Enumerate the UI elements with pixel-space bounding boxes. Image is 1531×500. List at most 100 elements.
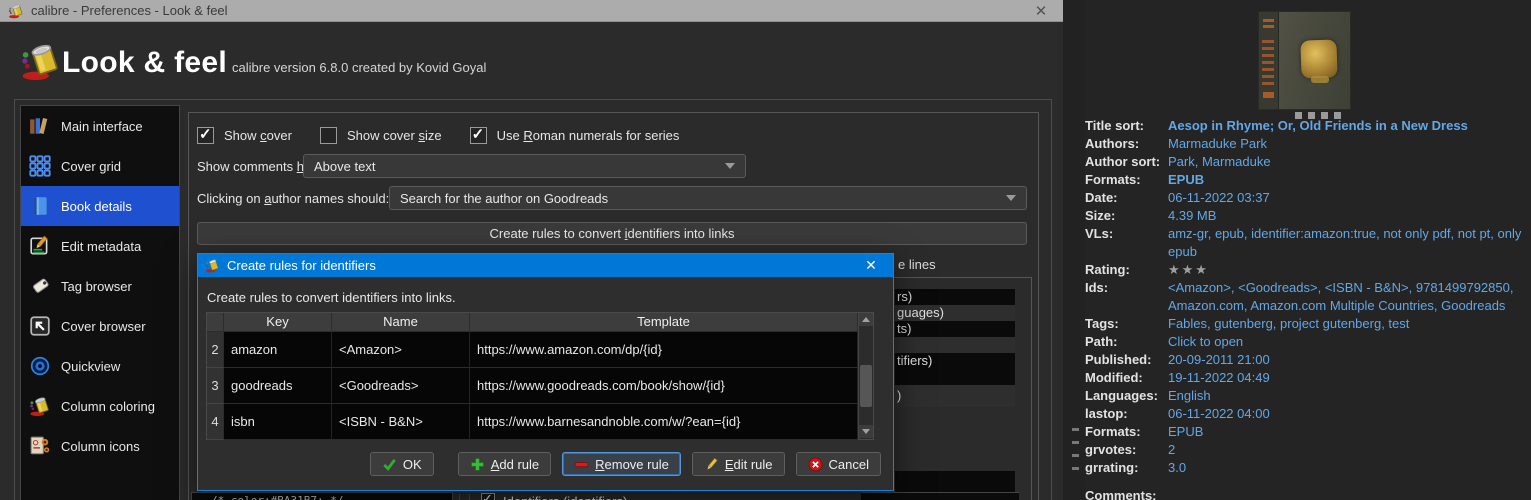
sidebar-item-label: Cover browser [61,318,146,334]
sidebar-item-tag-browser[interactable]: Tag browser [21,266,179,306]
chevron-down-icon [725,163,735,169]
list-item[interactable] [895,337,1015,353]
pencil-icon [704,457,719,472]
dialog-close-button[interactable]: ✕ [856,257,886,274]
splitter-handle[interactable] [1072,428,1079,431]
book-cover-image[interactable] [1258,11,1351,110]
cell-template[interactable]: https://www.barnesandnoble.com/w/?ean={i… [470,404,858,440]
comments-label: Comments: [1085,488,1157,500]
sidebar-item-main-interface[interactable]: Main interface [21,106,179,146]
cancel-button-label: Cancel [828,456,869,472]
plus-icon [470,457,485,472]
cell-name[interactable]: <Goodreads> [332,368,470,404]
cell-key[interactable]: amazon [224,332,332,368]
remove-rule-button-label: Remove rule [595,456,669,472]
formats2-link[interactable]: EPUB [1168,423,1525,441]
scroll-up-button[interactable] [859,313,873,326]
row-number: 4 [207,404,224,440]
cell-key[interactable]: isbn [224,404,332,440]
author-click-value: Search for the author on Goodreads [400,190,609,206]
field-label: Author sort: [1085,154,1161,169]
book-icon [29,195,51,217]
cover-emblem [1300,39,1338,79]
splitter-handle[interactable] [1072,467,1079,470]
sidebar-item-cover-grid[interactable]: Cover grid [21,146,179,186]
chevron-down-icon [1006,195,1016,201]
remove-rule-button[interactable]: Remove rule [562,452,681,476]
add-rule-button[interactable]: Add rule [457,452,552,476]
show-cover-size-checkbox[interactable] [319,127,337,144]
scroll-down-button[interactable] [859,425,873,438]
cell-template[interactable]: https://www.amazon.com/dp/{id} [470,332,858,368]
list-item[interactable] [895,369,1015,385]
vls-links[interactable]: amz-gr, epub, identifier:amazon:true, no… [1168,225,1525,261]
corner-header [207,313,224,332]
edit-rule-button-label: Edit rule [724,456,773,472]
checkbox-row: Show cover Show cover size Use Roman num… [197,125,697,144]
ok-button[interactable]: OK [369,452,434,476]
comments-heading-dropdown[interactable]: Above text [303,154,746,178]
scrollbar-thumb[interactable] [860,365,872,407]
title-sort-value: Aesop in Rhyme; Or, Old Friends in a New… [1168,118,1468,133]
roman-numerals-checkbox[interactable] [469,125,487,144]
sidebar-item-column-coloring[interactable]: Column coloring [21,386,179,426]
lookfeel-logo-icon [20,40,62,82]
lastop-value: 06-11-2022 04:00 [1168,406,1270,421]
calibre-logo-icon [8,3,24,19]
metadata-table: Title sort: Aesop in Rhyme; Or, Old Frie… [1085,117,1527,477]
author-click-dropdown[interactable]: Search for the author on Goodreads [389,186,1027,210]
roman-numerals-label: Use Roman numerals for series [496,128,680,143]
grrating-value: 3.0 [1168,460,1187,475]
sidebar-item-label: Main interface [61,118,143,134]
sidebar-item-quickview[interactable]: Quickview [21,346,179,386]
field-label: Modified: [1085,370,1143,385]
cell-name[interactable]: <Amazon> [332,332,470,368]
identifiers-checkbox[interactable] [481,491,495,500]
splitter-handle[interactable] [1072,441,1079,444]
spine-ornament [1263,19,1274,22]
show-cover-checkbox[interactable] [197,125,214,144]
row-number: 3 [207,368,224,404]
list-item[interactable]: ) [895,385,1015,407]
field-label: Tags: [1085,316,1119,331]
formats-link[interactable]: EPUB [1168,171,1525,189]
grvotes-value: 2 [1168,442,1176,457]
cell-template[interactable]: https://www.goodreads.com/book/show/{id} [470,368,858,404]
splitter-handle[interactable] [1072,454,1079,457]
arrow-box-icon [29,315,51,337]
list-item[interactable]: tifiers) [895,353,1015,369]
list-item[interactable]: guages) [895,305,1015,321]
sidebar-item-label: Edit metadata [61,238,142,254]
ids-links[interactable]: <Amazon>, <Goodreads>, <ISBN - B&N>, 978… [1168,279,1525,315]
partial-list-filler [895,471,1015,493]
size-value: 4.39 MB [1168,208,1217,223]
table-scrollbar[interactable] [858,313,873,439]
field-label: Authors: [1085,136,1140,151]
column-header-key: Key [224,313,332,332]
window-close-button[interactable]: ✕ [1027,2,1055,20]
divider [469,494,470,500]
sidebar-item-cover-browser[interactable]: Cover browser [21,306,179,346]
sidebar-item-column-icons[interactable]: Column icons [21,426,179,466]
sidebar-item-edit-metadata[interactable]: Edit metadata [21,226,179,266]
cell-name[interactable]: <ISBN - B&N> [332,404,470,440]
cancel-button[interactable]: Cancel [795,452,881,476]
field-label: Path: [1085,334,1118,349]
identifiers-checkbox-label: Identifiers (identifiers) [503,494,627,500]
column-header-template: Template [470,313,858,332]
partial-list: rs) guages) ts) tifiers) ) [895,289,1015,407]
page-subtitle: calibre version 6.8.0 created by Kovid G… [232,60,487,75]
published-value: 20-09-2011 21:00 [1168,352,1270,367]
languages-link[interactable]: English [1168,387,1525,405]
authors-link[interactable]: Marmaduke Park [1168,135,1525,153]
list-item[interactable]: rs) [895,289,1015,305]
create-rules-button[interactable]: Create rules to convert identifiers into… [197,222,1027,245]
cell-key[interactable]: goodreads [224,368,332,404]
sidebar-item-book-details[interactable]: Book details [21,186,179,226]
list-item[interactable]: ts) [895,321,1015,337]
edit-rule-button[interactable]: Edit rule [691,452,785,476]
triangle-down-icon [862,429,870,434]
tags-links[interactable]: Fables, gutenberg, project gutenberg, te… [1168,315,1525,333]
path-link[interactable]: Click to open [1168,333,1525,351]
partial-field [861,492,1019,500]
